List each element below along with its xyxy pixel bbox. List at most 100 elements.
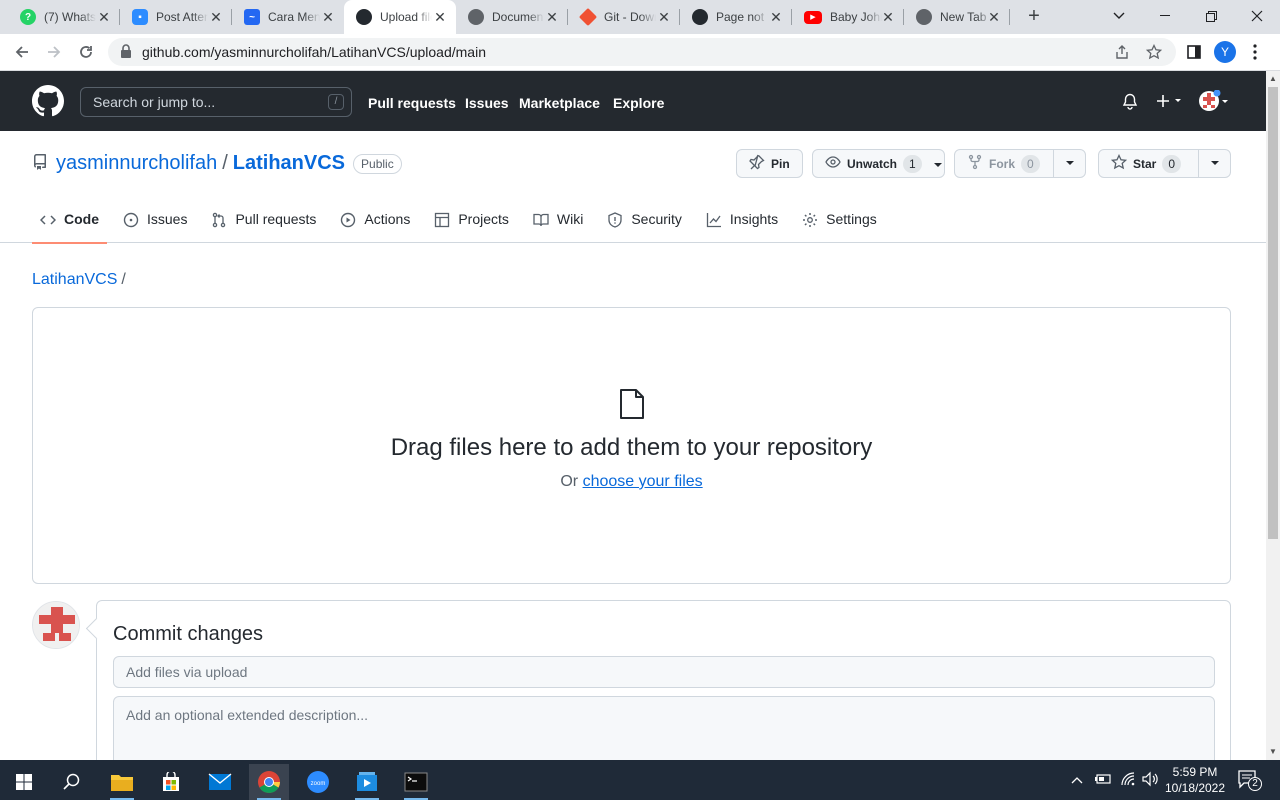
code-icon [39,211,64,231]
create-new-plus-icon[interactable] [1156,94,1184,111]
restore-button[interactable] [1188,0,1234,32]
unwatch-label: Unwatch [847,156,898,171]
star-dropdown[interactable] [1198,150,1230,177]
close-tab-icon[interactable]: ✕ [544,9,560,25]
browser-tab-cara[interactable]: ~ Cara Menggunakan ✕ [232,0,344,34]
back-button[interactable] [10,40,34,64]
fork-button[interactable]: Fork 0 [954,149,1086,178]
side-panel-icon[interactable] [1182,40,1206,64]
repo-name-link[interactable]: LatihanVCS [233,152,345,175]
taskbar-search-icon[interactable] [52,764,92,800]
tab-title: Baby John [830,10,882,24]
scroll-up-arrow[interactable]: ▲ [1269,74,1277,83]
fork-count: 0 [1021,154,1040,173]
star-button[interactable]: Star 0 [1098,149,1231,178]
address-bar[interactable]: github.com/yasminnurcholifah/LatihanVCS/… [108,38,1176,66]
whatsapp-icon: ? [20,9,36,25]
chrome-taskbar-icon[interactable] [249,764,289,800]
tab-label: Code [64,211,99,227]
system-clock[interactable]: 5:59 PM 10/18/2022 [1160,764,1230,796]
notification-bell-icon[interactable] [1122,93,1138,113]
notification-center-icon[interactable]: 2 [1238,770,1262,793]
browser-tab-documentation[interactable]: Documentation ✕ [456,0,568,34]
mail-icon[interactable] [200,764,240,800]
microsoft-store-icon[interactable] [151,764,191,800]
tab-title: (7) WhatsApp [44,10,96,24]
unwatch-button[interactable]: Unwatch 1 [812,149,945,178]
close-tab-icon[interactable]: ✕ [320,9,336,25]
tab-settings[interactable]: Settings [794,201,885,243]
close-tab-icon[interactable]: ✕ [880,9,896,25]
file-explorer-icon[interactable] [102,764,142,800]
tab-wiki[interactable]: Wiki [525,201,591,243]
media-player-icon[interactable] [347,764,387,800]
pin-button[interactable]: Pin [736,149,803,178]
scrollbar-thumb[interactable] [1268,87,1278,539]
tab-search-icon[interactable] [1096,0,1142,32]
header-nav-explore[interactable]: Explore [613,95,664,111]
chevron-down-icon [933,157,942,171]
tab-label: Settings [826,211,877,227]
issue-icon [123,211,147,231]
browser-tab-youtube[interactable]: ▶ Baby John ✕ [792,0,904,34]
commit-changes-box: Commit changes [96,600,1231,776]
share-icon[interactable] [1114,44,1130,63]
new-tab-button[interactable]: + [1022,5,1046,29]
tab-projects[interactable]: Projects [426,201,517,243]
browser-tab-whatsapp[interactable]: ? (7) WhatsApp ✕ [8,0,120,34]
browser-tab-git[interactable]: Git - Downloads ✕ [568,0,680,34]
breadcrumb-repo-link[interactable]: LatihanVCS [32,271,117,288]
globe-icon [468,9,484,25]
tab-title: Git - Downloads [604,10,656,24]
windows-start-icon[interactable] [4,764,44,800]
play-icon [340,211,364,231]
browser-tab-zoom[interactable]: ▪ Post Attendance ✕ [120,0,232,34]
battery-icon[interactable] [1094,772,1112,789]
file-dropzone[interactable]: Drag files here to add them to your repo… [32,307,1231,584]
wifi-icon[interactable] [1120,771,1136,790]
tab-security[interactable]: Security [599,201,690,243]
tab-actions[interactable]: Actions [332,201,418,243]
watch-count: 1 [903,154,922,173]
tab-issues[interactable]: Issues [115,201,195,243]
zoom-taskbar-icon[interactable]: zoom [298,764,338,800]
github-logo-icon[interactable] [32,85,64,120]
page-scrollbar[interactable]: ▲ ▼ [1266,71,1280,760]
reload-button[interactable] [74,40,98,64]
profile-avatar[interactable]: Y [1214,41,1236,63]
dropzone-headline: Drag files here to add them to your repo… [390,434,873,461]
header-nav-pull-requests[interactable]: Pull requests [368,95,456,111]
commit-summary-input[interactable] [113,656,1215,688]
github-icon [356,9,372,25]
browser-tab-upload-active[interactable]: Upload files ✕ [344,0,456,34]
repo-title: yasminnurcholifah / LatihanVCS Public [32,151,402,176]
browser-tab-page-not-found[interactable]: Page not found ✕ [680,0,792,34]
tab-code[interactable]: Code [32,201,107,244]
user-avatar-menu[interactable] [1198,89,1230,115]
browser-tab-new-tab[interactable]: New Tab ✕ [904,0,1010,34]
more-menu-icon[interactable] [1243,40,1267,64]
minimize-button[interactable] [1142,0,1188,32]
bookmark-star-icon[interactable] [1145,43,1163,63]
volume-icon[interactable] [1142,771,1160,790]
close-tab-icon[interactable]: ✕ [986,9,1002,25]
close-tab-icon[interactable]: ✕ [96,9,112,25]
close-tab-icon[interactable]: ✕ [208,9,224,25]
scroll-down-arrow[interactable]: ▼ [1269,747,1277,756]
github-search-input[interactable]: Search or jump to... / [80,87,352,117]
close-tab-icon[interactable]: ✕ [656,9,672,25]
forward-button[interactable] [42,40,66,64]
fork-dropdown[interactable] [1053,150,1085,177]
header-nav-issues[interactable]: Issues [465,95,509,111]
show-hidden-icons-chevron-icon[interactable] [1071,773,1083,787]
header-nav-marketplace[interactable]: Marketplace [519,95,600,111]
terminal-icon[interactable] [396,764,436,800]
close-tab-icon[interactable]: ✕ [432,9,448,25]
close-tab-icon[interactable]: ✕ [768,9,784,25]
repo-owner-link[interactable]: yasminnurcholifah [56,152,217,175]
repository-header: yasminnurcholifah / LatihanVCS Public Pi… [0,131,1266,244]
tab-insights[interactable]: Insights [698,201,786,243]
close-window-button[interactable] [1234,0,1280,32]
tab-pull-requests[interactable]: Pull requests [203,201,324,243]
choose-files-link[interactable]: choose your files [583,473,703,490]
